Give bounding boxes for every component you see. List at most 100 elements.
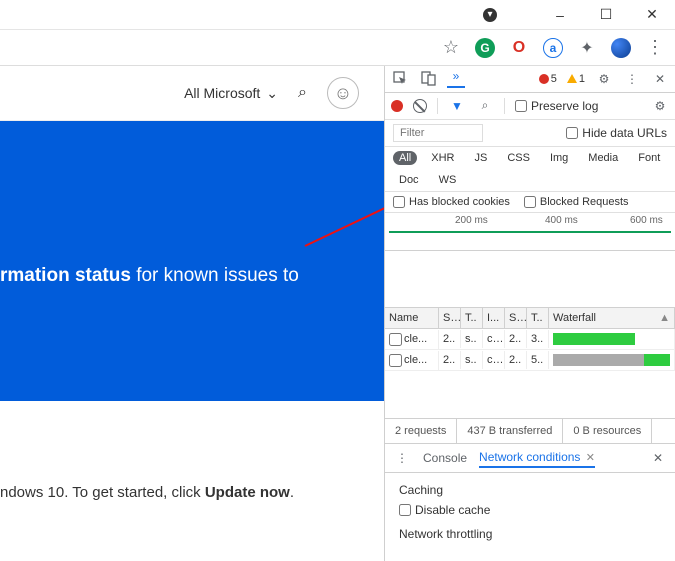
page-header: All Microsoft ⌄ ⌕ ☺ — [0, 66, 384, 121]
timeline-overview[interactable]: 200 ms 400 ms 600 ms — [385, 213, 675, 251]
devtools-close-icon[interactable]: ✕ — [651, 70, 669, 88]
filter-all[interactable]: All — [393, 151, 417, 165]
preserve-log-input[interactable] — [515, 100, 527, 112]
row-name-0: cle... — [404, 333, 427, 345]
banner-rest: for known issues to — [131, 265, 299, 286]
filter-media[interactable]: Media — [582, 151, 624, 165]
bookmark-star-icon[interactable]: ☆ — [441, 38, 461, 58]
disable-cache-input[interactable] — [399, 504, 411, 516]
has-blocked-cookies-input[interactable] — [393, 196, 405, 208]
tick-600: 600 ms — [630, 215, 663, 226]
cell-name: cle... — [385, 351, 439, 370]
cell-s2-0: 2.. — [505, 330, 527, 348]
filter-img[interactable]: Img — [544, 151, 574, 165]
col-name[interactable]: Name — [385, 308, 439, 328]
drawer-tab-network-conditions[interactable]: Network conditions ✕ — [479, 448, 595, 468]
status-requests: 2 requests — [385, 419, 457, 443]
extension-o-icon[interactable]: O — [509, 38, 529, 58]
error-dot-icon — [539, 74, 549, 84]
cell-s2-1: 2.. — [505, 351, 527, 369]
blocked-requests-input[interactable] — [524, 196, 536, 208]
search-network-icon[interactable]: ⌕ — [476, 97, 494, 115]
extension-a-icon[interactable]: a — [543, 38, 563, 58]
extension-g-icon[interactable]: G — [475, 38, 495, 58]
row-checkbox[interactable] — [389, 333, 402, 346]
cookie-filter-row: Has blocked cookies Blocked Requests — [385, 192, 675, 213]
col-waterfall[interactable]: Waterfall▲ — [549, 308, 675, 328]
search-icon[interactable]: ⌕ — [298, 84, 307, 102]
hide-data-urls-checkbox[interactable]: Hide data URLs — [566, 126, 667, 140]
col-initiator[interactable]: I... — [483, 308, 505, 328]
minimize-button[interactable]: – — [537, 0, 583, 30]
bottom-text: ndows 10. To get started, click Update n… — [0, 484, 294, 501]
drawer-tab-close-icon[interactable]: ✕ — [586, 452, 595, 464]
device-toggle-icon[interactable] — [419, 70, 437, 88]
record-button[interactable] — [391, 100, 403, 112]
profile-avatar-icon[interactable] — [611, 38, 631, 58]
network-settings-gear-icon[interactable]: ⚙ — [651, 97, 669, 115]
blocked-requests-checkbox[interactable]: Blocked Requests — [524, 196, 629, 208]
devtools-menu-icon[interactable]: ⋮ — [623, 70, 641, 88]
col-waterfall-label: Waterfall — [553, 312, 596, 324]
all-microsoft-label: All Microsoft — [184, 85, 260, 101]
clear-button[interactable] — [413, 99, 427, 113]
banner-text: rmation status for known issues to — [0, 263, 384, 290]
cell-t-0: s.. — [461, 330, 483, 348]
drawer-tabbar: ⋮ Console Network conditions ✕ ✕ — [385, 444, 675, 473]
tick-400: 400 ms — [545, 215, 578, 226]
browser-menu-icon[interactable]: ⋮ — [645, 38, 665, 58]
account-icon[interactable]: ☺ — [327, 77, 359, 109]
cell-s-1: 2.. — [439, 351, 461, 369]
inspect-element-icon[interactable] — [391, 70, 409, 88]
error-count-badge[interactable]: 5 — [539, 73, 557, 85]
table-row[interactable]: cle... 2.. s.. c... 2.. 5.. — [385, 350, 675, 371]
col-size[interactable]: S.. — [505, 308, 527, 328]
drawer-tab-netcond-label: Network conditions — [479, 450, 580, 464]
divider — [504, 98, 505, 114]
drawer-tab-console[interactable]: Console — [423, 449, 467, 467]
status-resources: 0 B resources — [563, 419, 652, 443]
warning-count-badge[interactable]: 1 — [567, 73, 585, 85]
preserve-log-checkbox[interactable]: Preserve log — [515, 99, 598, 113]
filter-funnel-icon[interactable]: ▼ — [448, 97, 466, 115]
all-microsoft-menu[interactable]: All Microsoft ⌄ — [184, 85, 278, 102]
filter-js[interactable]: JS — [468, 151, 493, 165]
network-toolbar: ▼ ⌕ Preserve log ⚙ — [385, 93, 675, 120]
filter-ws[interactable]: WS — [433, 173, 463, 187]
table-empty-space — [385, 371, 675, 419]
col-type[interactable]: T.. — [461, 308, 483, 328]
hide-data-urls-input[interactable] — [566, 127, 578, 139]
has-blocked-cookies-checkbox[interactable]: Has blocked cookies — [393, 196, 510, 208]
drawer-menu-icon[interactable]: ⋮ — [393, 449, 411, 467]
maximize-button[interactable]: ☐ — [583, 0, 629, 30]
caret-down-icon[interactable]: ▾ — [483, 8, 497, 22]
filter-input[interactable] — [393, 124, 483, 142]
divider — [437, 98, 438, 114]
col-time[interactable]: T.. — [527, 308, 549, 328]
filter-font[interactable]: Font — [632, 151, 666, 165]
more-tabs-chevron-icon[interactable]: » — [447, 70, 465, 88]
hide-data-urls-label: Hide data URLs — [582, 126, 667, 140]
error-count: 5 — [551, 73, 557, 85]
filter-xhr[interactable]: XHR — [425, 151, 460, 165]
warning-triangle-icon — [567, 74, 577, 83]
disable-cache-checkbox[interactable]: Disable cache — [399, 503, 661, 517]
close-window-button[interactable]: ✕ — [629, 0, 675, 30]
cell-t2-0: 3.. — [527, 330, 549, 348]
row-checkbox[interactable] — [389, 354, 402, 367]
preserve-log-label: Preserve log — [531, 99, 598, 113]
table-row[interactable]: cle... 2.. s.. c... 2.. 3.. — [385, 329, 675, 350]
settings-gear-icon[interactable]: ⚙ — [595, 70, 613, 88]
window-titlebar: ▾ – ☐ ✕ — [0, 0, 675, 30]
extensions-puzzle-icon[interactable]: ✦ — [577, 38, 597, 58]
cell-i-1: c... — [483, 351, 505, 369]
tick-200: 200 ms — [455, 215, 488, 226]
cell-i-0: c... — [483, 330, 505, 348]
filter-css[interactable]: CSS — [501, 151, 536, 165]
caching-label: Caching — [399, 483, 661, 497]
bottom-text-3: . — [290, 484, 294, 501]
col-status[interactable]: S.. — [439, 308, 461, 328]
throttling-section: Network throttling — [399, 527, 661, 541]
filter-doc[interactable]: Doc — [393, 173, 425, 187]
drawer-close-icon[interactable]: ✕ — [649, 449, 667, 467]
